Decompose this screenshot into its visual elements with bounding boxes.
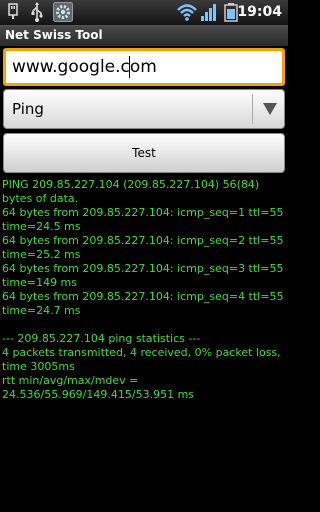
app-title-bar: Net Swiss Tool [0,26,288,46]
output-line: 4 packets transmitted, 4 received, 0% pa… [2,346,281,373]
output-line: 64 bytes from 209.85.227.104: icmp_seq=1… [2,206,284,233]
text-cursor [129,56,130,78]
select-divider [252,94,253,124]
output-line: PING 209.85.227.104 (209.85.227.104) 56(… [2,178,260,205]
test-button[interactable]: Test [3,133,285,173]
usb-icon [8,3,18,19]
dropdown-arrow-icon [263,103,277,115]
output-line: rtt min/avg/max/mdev = 24.536/55.969/149… [2,374,195,401]
output-spacer [2,318,286,332]
status-time: 19:04 [237,4,282,20]
status-bar: 19:04 [0,0,288,26]
usb-debug-icon [31,2,43,22]
wifi-icon [177,4,197,21]
output-line: --- 209.85.227.104 ping statistics --- [2,332,201,345]
output-line: 64 bytes from 209.85.227.104: icmp_seq=3… [2,262,284,289]
app-title: Net Swiss Tool [5,28,103,42]
signal-icon [201,4,216,21]
tool-select[interactable]: Ping [3,89,285,129]
settings-icon [53,2,73,22]
tool-select-value: Ping [12,100,44,118]
ping-output: PING 209.85.227.104 (209.85.227.104) 56(… [2,178,286,402]
output-line: 64 bytes from 209.85.227.104: icmp_seq=4… [2,290,284,317]
host-input[interactable] [3,48,285,86]
output-line: 64 bytes from 209.85.227.104: icmp_seq=2… [2,234,284,261]
